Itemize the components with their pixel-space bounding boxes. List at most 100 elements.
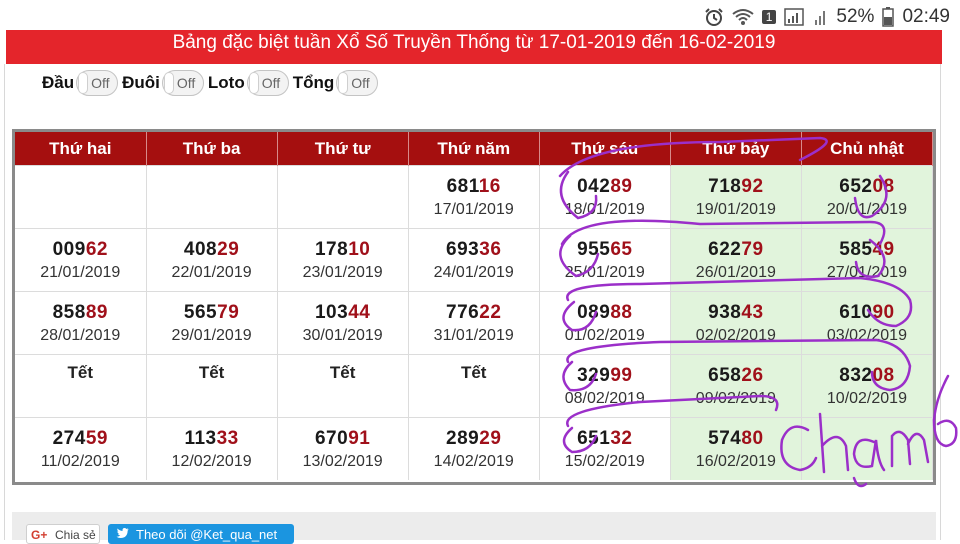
header-chu-nhat: Chủ nhật	[801, 132, 934, 166]
result-date: 12/02/2019	[171, 453, 252, 470]
result-cell: Tết	[408, 354, 540, 418]
header-thu-bay: Thứ bảy	[670, 132, 802, 166]
result-tail-digits: 90	[872, 302, 895, 323]
toggle-label-dau: Đầu	[42, 73, 75, 92]
result-cell: 17810 23/01/2019	[277, 228, 409, 292]
result-tail-digits: 91	[348, 428, 371, 449]
result-cell: 27459 11/02/2019	[15, 417, 147, 480]
toggle-tong[interactable]: Off	[336, 70, 379, 96]
result-number: 40829	[147, 239, 277, 261]
toggle-dau[interactable]: Off	[76, 70, 119, 96]
result-head-digits: 089	[577, 302, 611, 323]
result-cell	[15, 165, 147, 229]
result-head-digits: 670	[314, 428, 349, 449]
notification-count: 1	[765, 10, 773, 24]
result-head-digits: 103	[314, 302, 349, 323]
result-cell: 65826 09/02/2019	[670, 354, 802, 418]
result-date: 01/02/2019	[564, 327, 645, 344]
result-tail-digits: 08	[872, 176, 895, 197]
result-cell	[801, 417, 934, 480]
result-head-digits: 113	[184, 428, 217, 449]
toggle-state: Off	[351, 75, 370, 91]
result-tail-digits: 29	[217, 239, 240, 260]
result-head-digits: 693	[446, 239, 480, 260]
result-head-digits: 858	[52, 302, 86, 323]
result-number: 83208	[802, 365, 932, 387]
twitter-follow-button[interactable]: Theo dõi @Ket_qua_net	[108, 524, 294, 544]
result-head-digits: 274	[52, 428, 86, 449]
toggle-loto[interactable]: Off	[246, 70, 289, 96]
result-head-digits: 289	[446, 428, 480, 449]
result-date: 31/01/2019	[433, 327, 514, 344]
toggle-duoi[interactable]: Off	[161, 70, 204, 96]
table-header-row: Thứ hai Thứ ba Thứ tư Thứ năm Thứ sáu Th…	[15, 132, 934, 166]
result-number: 17810	[278, 239, 408, 261]
result-cell: 85889 28/01/2019	[15, 291, 147, 355]
result-head-digits: 329	[577, 365, 611, 386]
table-body: 68116 17/01/2019 04289 18/01/2019 71892 19/01…	[15, 165, 934, 480]
result-head-digits: 938	[708, 302, 742, 323]
result-cell: 65132 15/02/2019	[539, 417, 671, 480]
result-number: 93843	[671, 302, 801, 324]
result-tail-digits: 88	[610, 302, 633, 323]
alarm-icon	[704, 7, 724, 27]
toggle-state: Off	[91, 75, 110, 91]
battery-icon	[882, 7, 895, 27]
result-cell: 95565 25/01/2019	[539, 228, 671, 292]
result-head-digits: 565	[183, 302, 218, 323]
result-number: 95565	[540, 239, 670, 261]
result-tail-digits: 49	[872, 239, 895, 260]
result-head-digits: 178	[314, 239, 349, 260]
result-cell: 77622 31/01/2019	[408, 291, 540, 355]
result-date: 03/02/2019	[826, 327, 907, 344]
result-cell: 32999 08/02/2019	[539, 354, 671, 418]
header-thu-tu: Thứ tư	[277, 132, 409, 166]
result-number: 57480	[671, 428, 801, 450]
result-date: 21/01/2019	[40, 264, 121, 281]
result-number: 67091	[278, 428, 408, 450]
result-date: 26/01/2019	[695, 264, 776, 281]
toggle-state: Off	[176, 75, 196, 91]
result-number: 32999	[540, 365, 670, 387]
banner-title: Bảng đặc biệt tuần Xổ Số Truyền Thống từ…	[172, 32, 776, 53]
share-button[interactable]: G+ Chia sẻ	[26, 524, 100, 544]
table-row: 00962 21/01/2019 40829 22/01/2019 17810 23/01…	[15, 228, 934, 292]
result-number: 85889	[15, 302, 146, 324]
result-head-digits: 832	[839, 365, 873, 386]
signal-bars-icon	[814, 8, 828, 26]
result-number: 65208	[802, 176, 932, 198]
toggle-knob	[248, 72, 259, 94]
result-tail-digits: 43	[741, 302, 764, 323]
result-number: 10344	[278, 302, 408, 324]
result-date: 30/01/2019	[302, 327, 383, 344]
result-cell: 67091 13/02/2019	[277, 417, 409, 480]
result-cell: 56579 29/01/2019	[146, 291, 278, 355]
header-thu-sau: Thứ sáu	[539, 132, 671, 166]
result-number: 61090	[802, 302, 932, 324]
result-cell: 00962 21/01/2019	[15, 228, 147, 292]
result-cell: 69336 24/01/2019	[408, 228, 540, 292]
result-cell: 10344 30/01/2019	[277, 291, 409, 355]
result-date: 25/01/2019	[564, 264, 645, 281]
result-head-digits: 776	[446, 302, 480, 323]
result-tail-digits: 33	[216, 428, 239, 449]
signal-icon	[784, 8, 806, 26]
result-date: 29/01/2019	[171, 327, 252, 344]
header-thu-nam: Thứ năm	[408, 132, 540, 166]
result-tail-digits: 92	[741, 176, 764, 197]
result-cell: 40829 22/01/2019	[146, 228, 278, 292]
toggle-state: Off	[261, 75, 281, 91]
result-number: 62279	[671, 239, 801, 261]
result-number: 71892	[671, 176, 801, 198]
result-tail-digits: 79	[741, 239, 764, 260]
result-tail-digits: 59	[85, 428, 108, 449]
result-cell: 04289 18/01/2019	[539, 165, 671, 229]
result-cell: 58549 27/01/2019	[801, 228, 934, 292]
content-border-right	[940, 64, 941, 540]
holiday-label: Tết	[198, 363, 225, 382]
result-number: 69336	[409, 239, 539, 261]
result-tail-digits: 29	[479, 428, 502, 449]
result-cell	[146, 165, 278, 229]
result-tail-digits: 44	[348, 302, 371, 323]
result-number: 58549	[802, 239, 932, 261]
